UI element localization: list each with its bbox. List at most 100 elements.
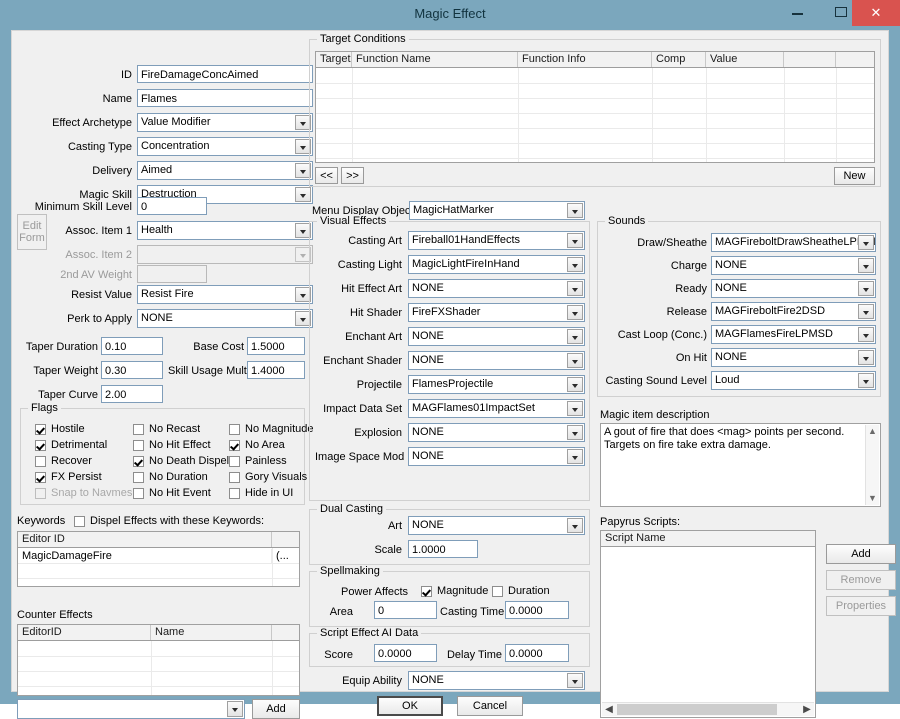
chevron-down-icon[interactable]	[858, 373, 874, 388]
table-row[interactable]	[316, 84, 874, 99]
equip-ability-combo[interactable]: NONE	[408, 671, 585, 690]
tc-col-value[interactable]: Value	[706, 52, 784, 67]
taper-duration-input[interactable]: 0.10	[101, 337, 163, 355]
chevron-down-icon[interactable]	[858, 350, 874, 365]
chevron-down-icon[interactable]	[567, 449, 583, 464]
enchant-art-combo[interactable]: NONE	[408, 327, 585, 346]
casting-type-combo[interactable]: Concentration	[137, 137, 313, 156]
papyrus-col-script-name[interactable]: Script Name	[601, 531, 815, 546]
chevron-down-icon[interactable]	[567, 281, 583, 296]
scroll-down-icon[interactable]: ▼	[866, 492, 879, 505]
scroll-right-icon[interactable]: ▶	[800, 703, 814, 716]
counter-effect-combo[interactable]	[17, 699, 245, 719]
chevron-down-icon[interactable]	[567, 203, 583, 218]
tc-col-comp[interactable]: Comp	[652, 52, 706, 67]
edit-form-button[interactable]: Edit Form	[17, 214, 47, 250]
spellmaking-area-input[interactable]: 0	[374, 601, 437, 619]
chevron-down-icon[interactable]	[567, 233, 583, 248]
keywords-col-extra[interactable]	[272, 532, 299, 547]
on-hit-combo[interactable]: NONE	[711, 348, 876, 367]
charge-combo[interactable]: NONE	[711, 256, 876, 275]
tc-col-function-name[interactable]: Function Name	[352, 52, 518, 67]
minimum-skill-level-input[interactable]: 0	[137, 197, 207, 215]
cancel-button[interactable]: Cancel	[457, 696, 523, 716]
chevron-down-icon[interactable]	[858, 281, 874, 296]
resist-value-combo[interactable]: Resist Fire	[137, 285, 313, 304]
impact-data-set-combo[interactable]: MAGFlames01ImpactSet	[408, 399, 585, 418]
id-input[interactable]: FireDamageConcAimed	[137, 65, 313, 83]
close-button[interactable]: ✕	[852, 0, 900, 26]
table-row[interactable]	[316, 144, 874, 159]
casting-time-input[interactable]: 0.0000	[505, 601, 569, 619]
ok-button[interactable]: OK	[377, 696, 443, 716]
keywords-list[interactable]: Editor ID MagicDamageFire (...	[17, 531, 300, 587]
chevron-down-icon[interactable]	[567, 329, 583, 344]
chevron-down-icon[interactable]	[858, 258, 874, 273]
taper-weight-input[interactable]: 0.30	[101, 361, 163, 379]
taper-curve-input[interactable]: 2.00	[101, 385, 163, 403]
chevron-down-icon[interactable]	[295, 187, 311, 202]
menu-display-object-combo[interactable]: MagicHatMarker	[409, 201, 585, 220]
minimize-button[interactable]	[774, 0, 820, 22]
keywords-col-editor-id[interactable]: Editor ID	[18, 532, 272, 547]
cast-loop-conc-combo[interactable]: MAGFlamesFireLPMSD	[711, 325, 876, 344]
projectile-combo[interactable]: FlamesProjectile	[408, 375, 585, 394]
condition-prev-button[interactable]: <<	[315, 167, 338, 184]
tc-col-extra-2[interactable]	[836, 52, 874, 67]
counter-effects-list[interactable]: EditorID Name	[17, 624, 300, 696]
table-row[interactable]	[316, 99, 874, 114]
hit-shader-combo[interactable]: FireFXShader	[408, 303, 585, 322]
chevron-down-icon[interactable]	[567, 305, 583, 320]
table-row[interactable]	[18, 672, 299, 687]
perk-to-apply-combo[interactable]: NONE	[137, 309, 313, 328]
base-cost-input[interactable]: 1.5000	[247, 337, 305, 355]
add-script-button[interactable]: Add	[826, 544, 896, 564]
skill-usage-mult-input[interactable]: 1.4000	[247, 361, 305, 379]
casting-light-combo[interactable]: MagicLightFireInHand	[408, 255, 585, 274]
ready-combo[interactable]: NONE	[711, 279, 876, 298]
chevron-down-icon[interactable]	[227, 701, 243, 717]
chevron-down-icon[interactable]	[858, 327, 874, 342]
assoc-item-1-combo[interactable]: Health	[137, 221, 313, 240]
name-input[interactable]: Flames	[137, 89, 313, 107]
chevron-down-icon[interactable]	[567, 353, 583, 368]
chevron-down-icon[interactable]	[567, 377, 583, 392]
tc-col-extra-1[interactable]	[784, 52, 836, 67]
table-row[interactable]	[316, 129, 874, 144]
dual-casting-art-combo[interactable]: NONE	[408, 516, 585, 535]
remove-script-button[interactable]: Remove	[826, 570, 896, 590]
explosion-combo[interactable]: NONE	[408, 423, 585, 442]
tc-col-function-info[interactable]: Function Info	[518, 52, 652, 67]
hit-effect-art-combo[interactable]: NONE	[408, 279, 585, 298]
chevron-down-icon[interactable]	[858, 235, 874, 250]
counter-effects-col-name[interactable]: Name	[151, 625, 272, 640]
table-row[interactable]	[18, 657, 299, 672]
counter-effects-col-editorid[interactable]: EditorID	[18, 625, 151, 640]
enchant-shader-combo[interactable]: NONE	[408, 351, 585, 370]
properties-script-button[interactable]: Properties	[826, 596, 896, 616]
table-row[interactable]	[18, 564, 299, 579]
magic-item-description-textarea[interactable]: A gout of fire that does <mag> points pe…	[600, 423, 881, 507]
2nd-av-weight-input[interactable]	[137, 265, 207, 283]
script-ai-score-input[interactable]: 0.0000	[374, 644, 437, 662]
tc-col-target[interactable]: Target	[316, 52, 352, 67]
assoc-item-2-combo[interactable]	[137, 245, 313, 264]
chevron-down-icon[interactable]	[567, 425, 583, 440]
effect-archetype-combo[interactable]: Value Modifier	[137, 113, 313, 132]
table-row[interactable]	[18, 642, 299, 657]
delivery-combo[interactable]: Aimed	[137, 161, 313, 180]
new-condition-button[interactable]: New	[834, 167, 875, 185]
scrollbar-thumb[interactable]	[617, 704, 777, 715]
script-ai-delay-input[interactable]: 0.0000	[505, 644, 569, 662]
image-space-mod-combo[interactable]: NONE	[408, 447, 585, 466]
target-conditions-list[interactable]: Target Function Name Function Info Comp …	[315, 51, 875, 163]
papyrus-scripts-list[interactable]: Script Name ◀ ▶	[600, 530, 816, 718]
dual-casting-scale-input[interactable]: 1.0000	[408, 540, 478, 558]
chevron-down-icon[interactable]	[858, 304, 874, 319]
casting-art-combo[interactable]: Fireball01HandEffects	[408, 231, 585, 250]
chevron-down-icon[interactable]	[567, 518, 583, 533]
papyrus-horizontal-scrollbar[interactable]: ◀ ▶	[602, 702, 814, 716]
table-row[interactable]	[18, 579, 299, 586]
draw-sheathe-combo[interactable]: MAGFireboltDrawSheatheLPMSD	[711, 233, 876, 252]
counter-effects-col-extra[interactable]	[272, 625, 299, 640]
